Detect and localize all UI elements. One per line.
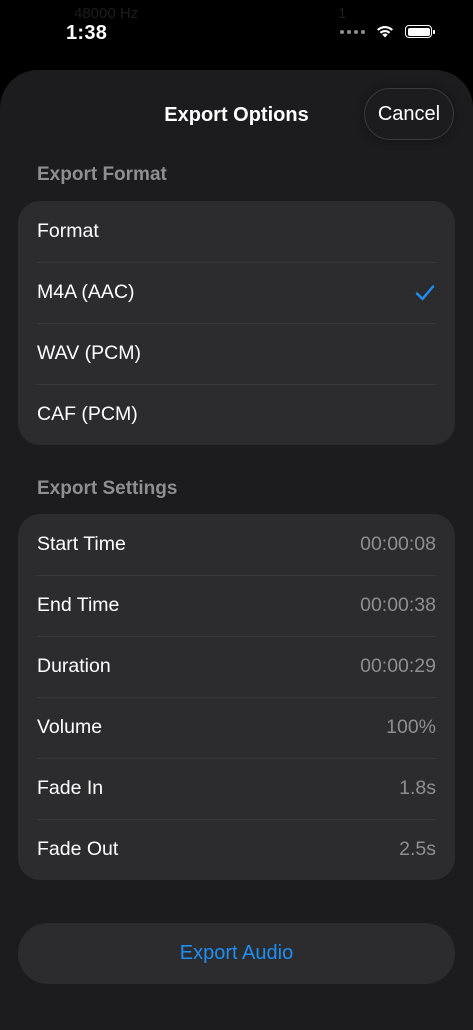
row-label: Start Time: [37, 533, 126, 555]
row-value: 00:00:08: [360, 533, 436, 555]
background-number: 1: [338, 5, 347, 22]
status-icons: [340, 24, 435, 39]
checkmark-icon: [415, 284, 435, 300]
format-option-m4a[interactable]: M4A (AAC): [18, 262, 455, 323]
format-option-caf[interactable]: CAF (PCM): [18, 384, 455, 445]
setting-row-fade-out[interactable]: Fade Out 2.5s: [18, 819, 455, 880]
row-label: End Time: [37, 594, 120, 616]
row-value: 00:00:38: [360, 594, 436, 616]
row-label: M4A (AAC): [37, 281, 135, 303]
export-settings-group: Start Time 00:00:08 End Time 00:00:38 Du…: [18, 514, 455, 880]
status-time: 1:38: [66, 22, 108, 44]
signal-dots-icon: [340, 29, 365, 34]
export-format-group: Format M4A (AAC) WAV (PCM) CAF (PCM): [18, 201, 455, 445]
background-sample-rate: 48000 Hz: [74, 5, 139, 22]
row-value: 00:00:29: [360, 655, 436, 677]
row-label: Format: [37, 220, 99, 242]
setting-row-volume[interactable]: Volume 100%: [18, 697, 455, 758]
status-bar: 48000 Hz 1 1:38: [0, 0, 473, 70]
setting-row-duration[interactable]: Duration 00:00:29: [18, 636, 455, 697]
format-row-title: Format: [18, 201, 455, 262]
export-audio-button[interactable]: Export Audio: [18, 923, 455, 984]
row-label: CAF (PCM): [37, 403, 138, 425]
row-label: Fade In: [37, 777, 104, 799]
setting-row-start-time[interactable]: Start Time 00:00:08: [18, 514, 455, 575]
row-value: 2.5s: [399, 838, 436, 860]
section-header-export-settings: Export Settings: [37, 478, 178, 499]
row-value: 100%: [386, 716, 436, 738]
wifi-icon: [377, 26, 393, 38]
format-option-wav[interactable]: WAV (PCM): [18, 323, 455, 384]
row-label: Volume: [37, 716, 103, 738]
section-header-export-format: Export Format: [37, 164, 167, 185]
row-label: WAV (PCM): [37, 342, 141, 364]
row-value: 1.8s: [399, 777, 436, 799]
setting-row-fade-in[interactable]: Fade In 1.8s: [18, 758, 455, 819]
row-label: Duration: [37, 655, 111, 677]
battery-icon: [405, 25, 435, 38]
setting-row-end-time[interactable]: End Time 00:00:38: [18, 575, 455, 636]
export-options-sheet: Export Options Cancel Export Format Form…: [0, 70, 473, 1030]
cancel-button[interactable]: Cancel: [364, 88, 454, 140]
row-label: Fade Out: [37, 838, 119, 860]
